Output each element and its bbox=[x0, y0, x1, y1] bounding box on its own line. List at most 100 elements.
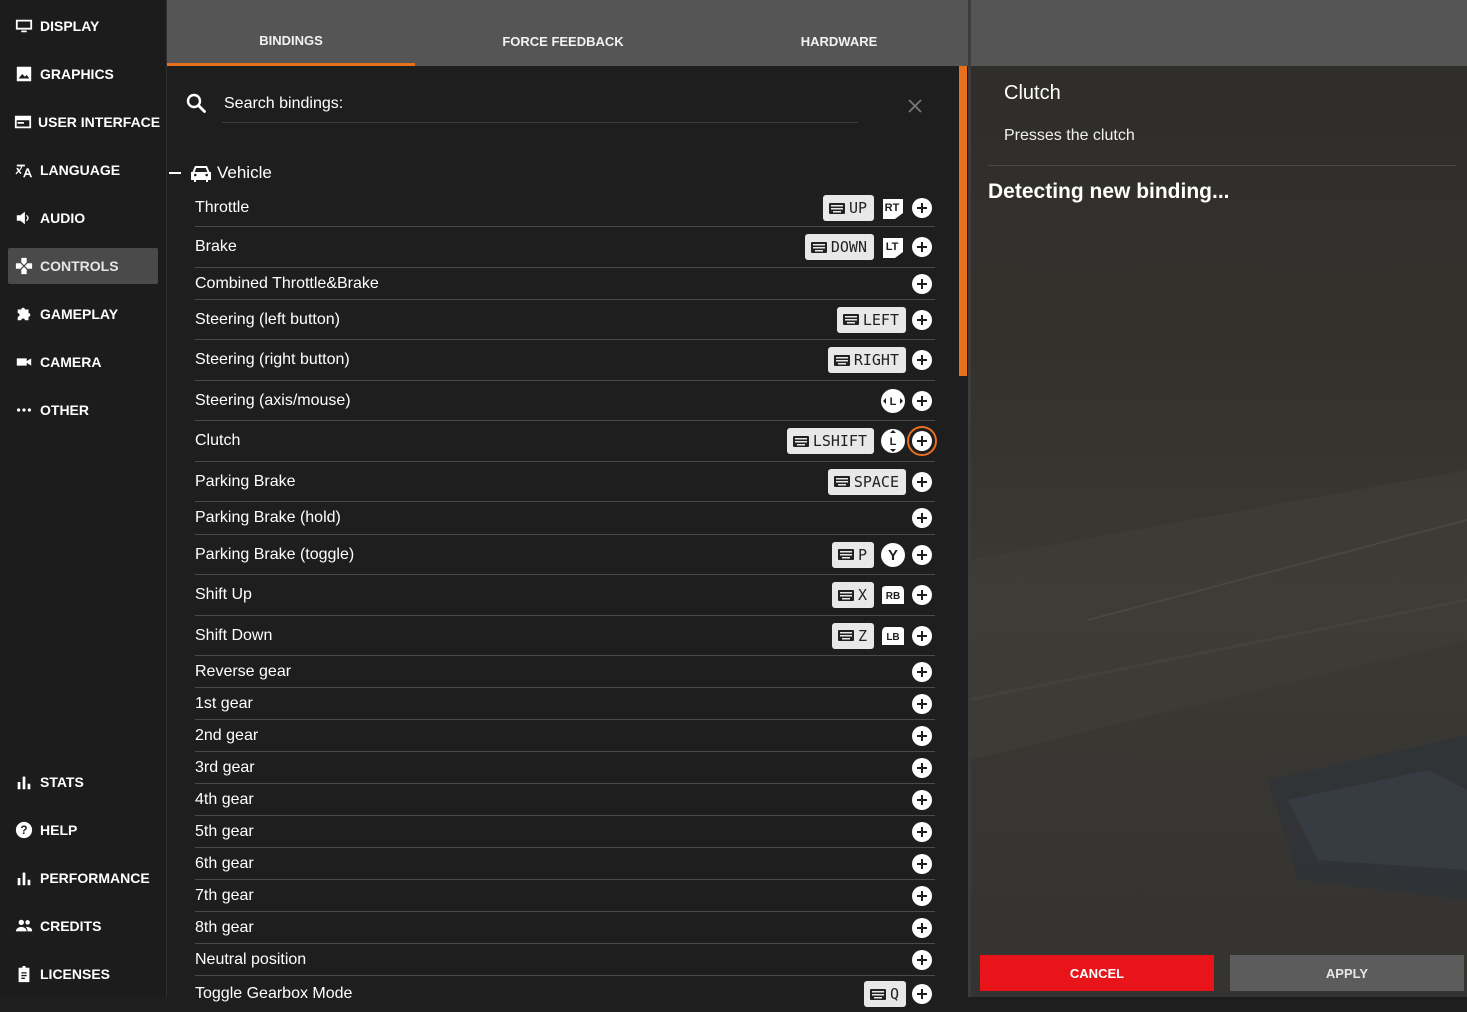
sidebar-item-display[interactable]: DISPLAY bbox=[8, 8, 158, 44]
binding-row-parking-brake-hold[interactable]: Parking Brake (hold) bbox=[195, 502, 935, 535]
cancel-button[interactable]: CANCEL bbox=[980, 955, 1214, 991]
svg-text:LB: LB bbox=[886, 632, 899, 643]
sidebar-item-gameplay[interactable]: GAMEPLAY bbox=[8, 296, 158, 332]
add-binding-button[interactable] bbox=[912, 471, 932, 492]
binding-row-2nd-gear[interactable]: 2nd gear bbox=[195, 720, 935, 752]
stats-icon bbox=[14, 772, 34, 792]
sidebar-item-label: PERFORMANCE bbox=[40, 870, 150, 886]
keyboard-binding-chip[interactable]: DOWN bbox=[804, 234, 874, 260]
collapse-icon[interactable] bbox=[169, 172, 181, 174]
sidebar-item-label: GAMEPLAY bbox=[40, 306, 119, 322]
keyboard-icon bbox=[869, 988, 886, 1000]
gamepad-y-button-icon[interactable]: Y bbox=[880, 542, 906, 568]
sidebar-item-camera[interactable]: CAMERA bbox=[8, 344, 158, 380]
binding-row-combined-throttle-brake[interactable]: Combined Throttle&Brake bbox=[195, 268, 935, 300]
add-binding-button[interactable] bbox=[912, 625, 932, 646]
sidebar-item-user-interface[interactable]: USER INTERFACE bbox=[8, 104, 160, 140]
binding-row-reverse-gear[interactable]: Reverse gear bbox=[195, 656, 935, 688]
binding-row-throttle[interactable]: Throttle UP RT bbox=[195, 190, 935, 227]
keyboard-binding-chip[interactable]: LSHIFT bbox=[786, 428, 874, 454]
keyboard-binding-chip[interactable]: UP bbox=[822, 195, 874, 221]
binding-row-7th-gear[interactable]: 7th gear bbox=[195, 880, 935, 912]
graphics-icon bbox=[14, 64, 34, 84]
settings-sidebar: DISPLAY GRAPHICS USER INTERFACE LANGUAGE… bbox=[0, 0, 167, 997]
binding-row-toggle-gearbox-mode[interactable]: Toggle Gearbox Mode Q bbox=[195, 976, 935, 1012]
add-binding-button[interactable] bbox=[912, 309, 932, 330]
add-binding-button[interactable] bbox=[912, 789, 932, 810]
sidebar-item-label: OTHER bbox=[40, 402, 89, 418]
left-stick-vertical-icon[interactable]: L bbox=[880, 428, 906, 454]
gamepad-rt-icon[interactable]: RT bbox=[880, 195, 906, 221]
sidebar-item-licenses[interactable]: LICENSES bbox=[8, 956, 158, 992]
add-binding-button[interactable] bbox=[912, 237, 932, 257]
add-binding-button[interactable] bbox=[912, 917, 932, 938]
add-binding-button[interactable] bbox=[912, 885, 932, 906]
binding-row-3rd-gear[interactable]: 3rd gear bbox=[195, 752, 935, 784]
add-binding-button[interactable] bbox=[912, 390, 932, 411]
keyboard-binding-chip[interactable]: Z bbox=[831, 622, 874, 649]
svg-text:L: L bbox=[890, 436, 897, 448]
sidebar-item-other[interactable]: OTHER bbox=[8, 392, 158, 428]
add-binding-button[interactable] bbox=[912, 661, 932, 682]
tab-force-feedback[interactable]: FORCE FEEDBACK bbox=[427, 0, 699, 66]
keyboard-icon bbox=[837, 549, 854, 560]
binding-row-neutral-position[interactable]: Neutral position bbox=[195, 944, 935, 976]
binding-row-brake[interactable]: Brake DOWN LT bbox=[195, 227, 935, 268]
binding-row-parking-brake-toggle[interactable]: Parking Brake (toggle) P Y bbox=[195, 535, 935, 575]
keyboard-binding-chip[interactable]: X bbox=[831, 582, 874, 608]
sidebar-item-performance[interactable]: PERFORMANCE bbox=[8, 860, 158, 896]
search-input[interactable] bbox=[222, 86, 858, 123]
gamepad-lb-icon[interactable]: LB bbox=[880, 623, 906, 649]
tab-bindings[interactable]: BINDINGS bbox=[167, 0, 415, 66]
add-binding-button[interactable] bbox=[912, 350, 932, 370]
sidebar-item-credits[interactable]: CREDITS bbox=[8, 908, 158, 944]
binding-row-8th-gear[interactable]: 8th gear bbox=[195, 912, 935, 944]
add-binding-button[interactable] bbox=[912, 198, 932, 218]
add-binding-button[interactable] bbox=[907, 426, 937, 456]
car-icon bbox=[191, 166, 211, 182]
scrollbar-thumb[interactable] bbox=[959, 66, 967, 376]
add-binding-button[interactable] bbox=[912, 984, 932, 1004]
add-binding-button[interactable] bbox=[912, 508, 932, 528]
binding-row-clutch[interactable]: Clutch LSHIFT L bbox=[195, 421, 937, 462]
binding-row-shift-down[interactable]: Shift Down Z LB bbox=[195, 616, 935, 656]
left-stick-horizontal-icon[interactable]: L bbox=[880, 388, 906, 414]
binding-row-steering-axis[interactable]: Steering (axis/mouse) L bbox=[195, 381, 935, 421]
add-binding-button[interactable] bbox=[912, 949, 932, 970]
sidebar-item-language[interactable]: LANGUAGE bbox=[8, 152, 158, 188]
category-header-vehicle[interactable]: Vehicle bbox=[167, 158, 272, 188]
binding-row-steering-left[interactable]: Steering (left button) LEFT bbox=[195, 300, 935, 340]
binding-row-5th-gear[interactable]: 5th gear bbox=[195, 816, 935, 848]
sidebar-item-graphics[interactable]: GRAPHICS bbox=[8, 56, 158, 92]
add-binding-button[interactable] bbox=[912, 725, 932, 746]
binding-row-steering-right[interactable]: Steering (right button) RIGHT bbox=[195, 340, 935, 381]
add-binding-button[interactable] bbox=[912, 585, 932, 605]
keyboard-binding-chip[interactable]: Q bbox=[863, 981, 906, 1007]
gamepad-lt-icon[interactable]: LT bbox=[880, 234, 906, 260]
sidebar-item-help[interactable]: ? HELP bbox=[8, 812, 158, 848]
add-binding-button[interactable] bbox=[912, 821, 932, 842]
add-binding-button[interactable] bbox=[912, 544, 932, 565]
add-binding-button[interactable] bbox=[912, 757, 932, 778]
add-binding-button[interactable] bbox=[912, 853, 932, 874]
apply-button[interactable]: APPLY bbox=[1230, 955, 1464, 991]
add-binding-button[interactable] bbox=[912, 273, 932, 294]
sidebar-item-stats[interactable]: STATS bbox=[8, 764, 158, 800]
binding-row-parking-brake[interactable]: Parking Brake SPACE bbox=[195, 462, 935, 502]
tab-hardware[interactable]: HARDWARE bbox=[707, 0, 971, 66]
keyboard-binding-chip[interactable]: RIGHT bbox=[827, 347, 906, 373]
keyboard-binding-chip[interactable]: LEFT bbox=[836, 306, 906, 333]
binding-row-1st-gear[interactable]: 1st gear bbox=[195, 688, 935, 720]
binding-row-shift-up[interactable]: Shift Up X RB bbox=[195, 575, 935, 616]
binding-row-4th-gear[interactable]: 4th gear bbox=[195, 784, 935, 816]
more-dots-icon bbox=[14, 400, 34, 420]
sidebar-item-controls[interactable]: CONTROLS bbox=[8, 248, 158, 284]
binding-row-6th-gear[interactable]: 6th gear bbox=[195, 848, 935, 880]
gamepad-rb-icon[interactable]: RB bbox=[880, 582, 906, 608]
keyboard-binding-chip[interactable]: P bbox=[831, 541, 874, 568]
keyboard-icon bbox=[837, 630, 854, 641]
keyboard-binding-chip[interactable]: SPACE bbox=[827, 468, 906, 495]
sidebar-item-audio[interactable]: AUDIO bbox=[8, 200, 158, 236]
add-binding-button[interactable] bbox=[912, 693, 932, 714]
clear-search-icon[interactable] bbox=[907, 98, 923, 114]
